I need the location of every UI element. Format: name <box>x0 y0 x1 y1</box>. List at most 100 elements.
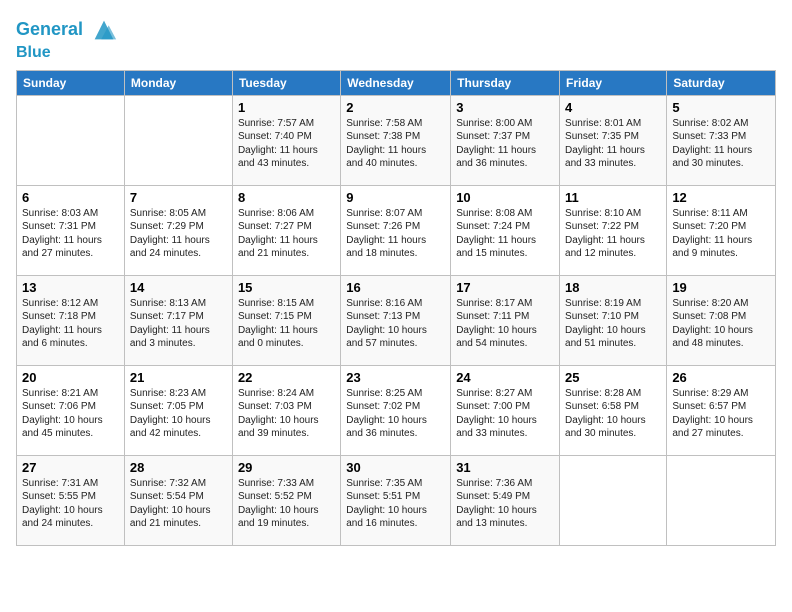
sunrise: Sunrise: 8:28 AM <box>565 387 661 401</box>
daylight: Daylight: 11 hours and 9 minutes. <box>672 234 770 261</box>
sunset: Sunset: 7:37 PM <box>456 130 554 144</box>
day-number: 21 <box>130 370 227 385</box>
sunrise: Sunrise: 8:29 AM <box>672 387 770 401</box>
sunrise: Sunrise: 8:20 AM <box>672 297 770 311</box>
day-number: 17 <box>456 280 554 295</box>
sunrise: Sunrise: 8:08 AM <box>456 207 554 221</box>
cell-info: Sunrise: 8:11 AM Sunset: 7:20 PM Dayligh… <box>672 207 770 261</box>
sunrise: Sunrise: 8:19 AM <box>565 297 661 311</box>
sunset: Sunset: 7:22 PM <box>565 220 661 234</box>
sunset: Sunset: 7:15 PM <box>238 310 335 324</box>
cell-info: Sunrise: 8:21 AM Sunset: 7:06 PM Dayligh… <box>22 387 119 441</box>
day-number: 12 <box>672 190 770 205</box>
sunrise: Sunrise: 8:00 AM <box>456 117 554 131</box>
sunrise: Sunrise: 8:07 AM <box>346 207 445 221</box>
cell-info: Sunrise: 7:31 AM Sunset: 5:55 PM Dayligh… <box>22 477 119 531</box>
daylight: Daylight: 10 hours and 21 minutes. <box>130 504 227 531</box>
daylight: Daylight: 11 hours and 43 minutes. <box>238 144 335 171</box>
daylight: Daylight: 11 hours and 12 minutes. <box>565 234 661 261</box>
calendar-cell: 11 Sunrise: 8:10 AM Sunset: 7:22 PM Dayl… <box>560 185 667 275</box>
daylight: Daylight: 10 hours and 39 minutes. <box>238 414 335 441</box>
calendar-cell: 26 Sunrise: 8:29 AM Sunset: 6:57 PM Dayl… <box>667 365 776 455</box>
sunset: Sunset: 7:29 PM <box>130 220 227 234</box>
day-number: 13 <box>22 280 119 295</box>
calendar-cell: 2 Sunrise: 7:58 AM Sunset: 7:38 PM Dayli… <box>341 95 451 185</box>
day-number: 1 <box>238 100 335 115</box>
calendar-cell: 14 Sunrise: 8:13 AM Sunset: 7:17 PM Dayl… <box>124 275 232 365</box>
calendar-cell: 7 Sunrise: 8:05 AM Sunset: 7:29 PM Dayli… <box>124 185 232 275</box>
day-number: 28 <box>130 460 227 475</box>
sunset: Sunset: 6:57 PM <box>672 400 770 414</box>
cell-info: Sunrise: 8:06 AM Sunset: 7:27 PM Dayligh… <box>238 207 335 261</box>
calendar-cell: 17 Sunrise: 8:17 AM Sunset: 7:11 PM Dayl… <box>451 275 560 365</box>
sunset: Sunset: 5:54 PM <box>130 490 227 504</box>
sunrise: Sunrise: 8:21 AM <box>22 387 119 401</box>
calendar-cell: 8 Sunrise: 8:06 AM Sunset: 7:27 PM Dayli… <box>232 185 340 275</box>
sunset: Sunset: 7:18 PM <box>22 310 119 324</box>
calendar-cell: 15 Sunrise: 8:15 AM Sunset: 7:15 PM Dayl… <box>232 275 340 365</box>
daylight: Daylight: 11 hours and 0 minutes. <box>238 324 335 351</box>
cell-info: Sunrise: 8:03 AM Sunset: 7:31 PM Dayligh… <box>22 207 119 261</box>
sunrise: Sunrise: 8:01 AM <box>565 117 661 131</box>
day-number: 6 <box>22 190 119 205</box>
sunrise: Sunrise: 8:17 AM <box>456 297 554 311</box>
sunrise: Sunrise: 8:25 AM <box>346 387 445 401</box>
day-number: 24 <box>456 370 554 385</box>
calendar-cell: 13 Sunrise: 8:12 AM Sunset: 7:18 PM Dayl… <box>17 275 125 365</box>
cell-info: Sunrise: 8:12 AM Sunset: 7:18 PM Dayligh… <box>22 297 119 351</box>
calendar-cell <box>17 95 125 185</box>
day-number: 27 <box>22 460 119 475</box>
day-number: 4 <box>565 100 661 115</box>
cell-info: Sunrise: 8:15 AM Sunset: 7:15 PM Dayligh… <box>238 297 335 351</box>
sunset: Sunset: 7:06 PM <box>22 400 119 414</box>
sunset: Sunset: 7:40 PM <box>238 130 335 144</box>
cell-info: Sunrise: 8:16 AM Sunset: 7:13 PM Dayligh… <box>346 297 445 351</box>
sunrise: Sunrise: 8:15 AM <box>238 297 335 311</box>
logo-blue: Blue <box>16 44 118 62</box>
sunrise: Sunrise: 8:24 AM <box>238 387 335 401</box>
cell-info: Sunrise: 8:08 AM Sunset: 7:24 PM Dayligh… <box>456 207 554 261</box>
daylight: Daylight: 11 hours and 21 minutes. <box>238 234 335 261</box>
day-number: 5 <box>672 100 770 115</box>
calendar-cell <box>560 455 667 545</box>
day-number: 7 <box>130 190 227 205</box>
cell-info: Sunrise: 7:32 AM Sunset: 5:54 PM Dayligh… <box>130 477 227 531</box>
sunset: Sunset: 5:55 PM <box>22 490 119 504</box>
logo: General Blue <box>16 16 118 62</box>
calendar-cell: 21 Sunrise: 8:23 AM Sunset: 7:05 PM Dayl… <box>124 365 232 455</box>
sunset: Sunset: 7:11 PM <box>456 310 554 324</box>
day-number: 16 <box>346 280 445 295</box>
day-number: 8 <box>238 190 335 205</box>
day-number: 19 <box>672 280 770 295</box>
daylight: Daylight: 11 hours and 24 minutes. <box>130 234 227 261</box>
cell-info: Sunrise: 8:25 AM Sunset: 7:02 PM Dayligh… <box>346 387 445 441</box>
day-number: 14 <box>130 280 227 295</box>
calendar-table: SundayMondayTuesdayWednesdayThursdayFrid… <box>16 70 776 546</box>
cell-info: Sunrise: 8:28 AM Sunset: 6:58 PM Dayligh… <box>565 387 661 441</box>
sunrise: Sunrise: 7:32 AM <box>130 477 227 491</box>
sunrise: Sunrise: 8:06 AM <box>238 207 335 221</box>
weekday-header-saturday: Saturday <box>667 70 776 95</box>
calendar-cell: 19 Sunrise: 8:20 AM Sunset: 7:08 PM Dayl… <box>667 275 776 365</box>
calendar-cell <box>667 455 776 545</box>
sunrise: Sunrise: 7:35 AM <box>346 477 445 491</box>
cell-info: Sunrise: 8:23 AM Sunset: 7:05 PM Dayligh… <box>130 387 227 441</box>
daylight: Daylight: 10 hours and 27 minutes. <box>672 414 770 441</box>
calendar-cell: 10 Sunrise: 8:08 AM Sunset: 7:24 PM Dayl… <box>451 185 560 275</box>
cell-info: Sunrise: 8:29 AM Sunset: 6:57 PM Dayligh… <box>672 387 770 441</box>
cell-info: Sunrise: 8:10 AM Sunset: 7:22 PM Dayligh… <box>565 207 661 261</box>
cell-info: Sunrise: 8:07 AM Sunset: 7:26 PM Dayligh… <box>346 207 445 261</box>
sunrise: Sunrise: 8:12 AM <box>22 297 119 311</box>
daylight: Daylight: 10 hours and 19 minutes. <box>238 504 335 531</box>
day-number: 23 <box>346 370 445 385</box>
sunset: Sunset: 5:49 PM <box>456 490 554 504</box>
sunrise: Sunrise: 8:13 AM <box>130 297 227 311</box>
cell-info: Sunrise: 7:35 AM Sunset: 5:51 PM Dayligh… <box>346 477 445 531</box>
sunrise: Sunrise: 8:11 AM <box>672 207 770 221</box>
daylight: Daylight: 11 hours and 3 minutes. <box>130 324 227 351</box>
cell-info: Sunrise: 7:57 AM Sunset: 7:40 PM Dayligh… <box>238 117 335 171</box>
sunset: Sunset: 7:33 PM <box>672 130 770 144</box>
daylight: Daylight: 11 hours and 27 minutes. <box>22 234 119 261</box>
day-number: 15 <box>238 280 335 295</box>
sunset: Sunset: 6:58 PM <box>565 400 661 414</box>
